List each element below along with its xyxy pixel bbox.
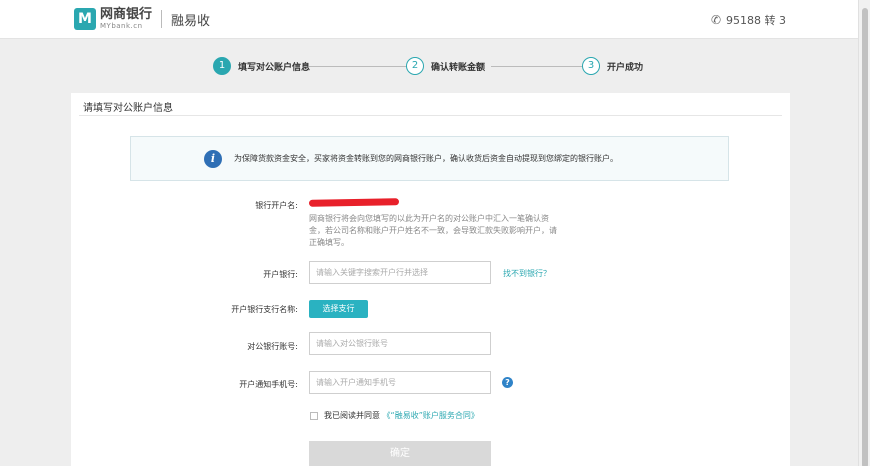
form-panel: 请填写对公账户信息 i 为保障货款资金安全，买家将资金转账到您的网商银行账户，确… <box>71 93 790 466</box>
panel-title: 请填写对公账户信息 <box>83 103 173 114</box>
phone-label: 开户通知手机号: <box>239 380 298 389</box>
info-icon: i <box>204 149 222 168</box>
hotline: ✆ 95188 转 3 <box>711 12 786 28</box>
agree-text: 我已阅读并同意 《“融易收”账户服务合同》 <box>324 410 479 421</box>
mybank-logo-icon: M <box>74 8 96 30</box>
step-number: 2 <box>406 57 424 75</box>
bank-label: 开户银行: <box>263 270 298 279</box>
product-name: 融易收 <box>171 13 211 29</box>
account-name-hint: 网商银行将会向您填写的以此为开户名的对公账户中汇入一笔确认资金，若公司名称和账户… <box>309 214 557 247</box>
step-number: 1 <box>213 57 231 75</box>
progress-steps: 1 填写对公账户信息 2 确认转账金额 3 开户成功 <box>213 57 673 77</box>
logo-domain: MYbank.cn <box>100 22 143 30</box>
logo-name: 网商银行 <box>100 7 153 22</box>
step-connector <box>491 66 585 67</box>
hotline-number: 95188 转 3 <box>726 14 786 27</box>
account-name-label: 银行开户名: <box>255 201 298 210</box>
notice-text: 为保障货款资金安全，买家将资金转账到您的网商银行账户，确认收货后资金自动提现到您… <box>234 154 618 163</box>
account-number-label: 对公银行账号: <box>247 342 298 351</box>
agree-checkbox[interactable] <box>310 412 318 420</box>
step-label: 确认转账金额 <box>431 62 486 73</box>
account-number-input[interactable]: 请输入对公银行账号 <box>309 332 491 355</box>
confirm-button[interactable]: 确定 <box>309 441 491 466</box>
step-label: 填写对公账户信息 <box>238 62 311 73</box>
step-2: 2 确认转账金额 <box>406 57 485 75</box>
contract-link[interactable]: 《“融易收”账户服务合同》 <box>383 411 479 420</box>
scrollbar-thumb[interactable] <box>862 8 868 466</box>
bank-not-found-link[interactable]: 找不到银行？ <box>503 268 551 279</box>
select-branch-button[interactable]: 选择支行 <box>309 300 368 318</box>
security-notice: i 为保障货款资金安全，买家将资金转账到您的网商银行账户，确认收货后资金自动提现… <box>130 136 729 181</box>
bank-search-input[interactable]: 请输入关键字搜索开户行并选择 <box>309 261 491 284</box>
top-bar: M 网商银行 MYbank.cn 融易收 ✆ 95188 转 3 <box>0 0 858 39</box>
step-1: 1 填写对公账户信息 <box>213 57 310 75</box>
question-icon[interactable]: ? <box>502 377 513 388</box>
branch-label: 开户银行支行名称: <box>231 305 298 314</box>
step-number: 3 <box>582 57 600 75</box>
logo[interactable]: M 网商银行 MYbank.cn 融易收 <box>74 8 210 30</box>
phone-icon: ✆ <box>710 13 722 27</box>
phone-input[interactable]: 请输入开户通知手机号 <box>309 371 491 394</box>
redacted-account-name <box>308 198 400 207</box>
logo-divider <box>161 10 163 28</box>
divider <box>79 115 782 116</box>
logo-text: 网商银行 MYbank.cn <box>100 8 152 30</box>
scrollbar[interactable] <box>858 0 870 466</box>
step-label: 开户成功 <box>607 62 644 73</box>
step-connector <box>309 66 409 67</box>
step-3: 3 开户成功 <box>582 57 643 75</box>
agree-prefix: 我已阅读并同意 <box>324 411 380 420</box>
